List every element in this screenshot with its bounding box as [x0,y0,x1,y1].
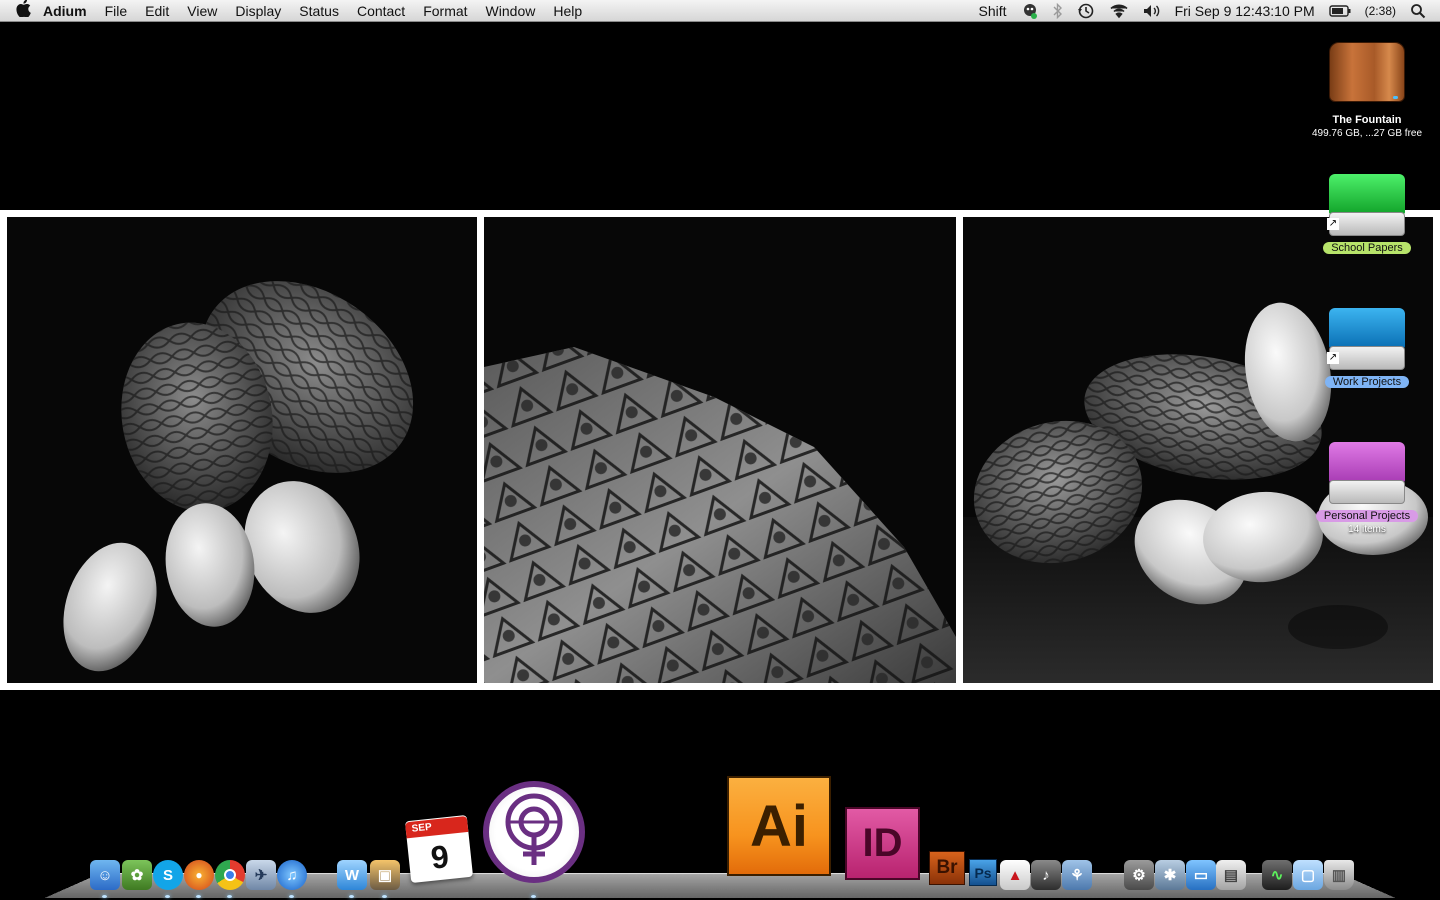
audio-app-icon[interactable]: ♪ [1031,860,1061,890]
indesign-label: ID [862,821,903,865]
running-indicator [349,895,354,898]
edit-menu[interactable]: Edit [136,0,178,22]
blue-drive-icon: ↗ [1327,302,1407,372]
desktop-drive-personal-projects[interactable]: Personal Projects 14 items [1297,436,1437,535]
bluetooth-icon[interactable] [1046,0,1070,22]
purple-drive-icon [1327,436,1407,506]
battery-icon[interactable] [1322,0,1358,22]
desktop-icon-label: Personal Projects [1315,510,1419,522]
spotlight-search-icon[interactable] [1403,0,1440,22]
desktop-icon-label: Work Projects [1324,376,1410,388]
photoshop-icon[interactable]: Ps [969,859,997,886]
contact-menu[interactable]: Contact [348,0,414,22]
wallpaper-photo-pinecone-closeup [484,217,956,683]
file-menu[interactable]: File [96,0,137,22]
status-area: Shift Fri Sep 9 12:43:10 PM (2:38) [972,0,1440,22]
running-indicator [531,895,536,898]
wifi-icon[interactable] [1102,0,1136,22]
word-app-icon[interactable]: W [337,860,367,890]
running-indicator [165,895,170,898]
desktop-icon-info: 14 items [1348,524,1386,535]
game-character-icon[interactable]: ✿ [122,860,152,890]
wallpaper-photo-strip [0,210,1440,690]
chrome-icon[interactable] [215,860,245,890]
trash-icon[interactable]: ▥ [1324,860,1354,890]
running-indicator [102,895,107,898]
documents-stack-icon[interactable]: ▤ [1216,860,1246,890]
alias-arrow-icon: ↗ [1327,218,1339,230]
desktop-icon-label: School Papers [1323,242,1411,254]
display-menu[interactable]: Display [226,0,290,22]
desktop-drive-the-fountain[interactable]: The Fountain 499.76 GB, ...27 GB free [1297,40,1437,139]
running-indicator [196,895,201,898]
wallpaper-photo-pinecones-nuts [7,217,477,683]
adium-venus-icon[interactable] [483,781,585,883]
desktop-icon-info: 499.76 GB, ...27 GB free [1311,128,1423,139]
help-menu[interactable]: Help [544,0,591,22]
applications-folder-icon[interactable]: ▢ [1293,860,1323,890]
skype-icon[interactable]: S [153,860,183,890]
menu-bar: Adium File Edit View Display Status Cont… [0,0,1440,22]
battery-time[interactable]: (2:38) [1358,0,1403,22]
format-menu[interactable]: Format [414,0,476,22]
illustrator-icon[interactable]: Ai [727,776,831,876]
running-indicator [382,895,387,898]
running-indicator [227,895,232,898]
photoshop-label: Ps [974,864,992,881]
shift-status[interactable]: Shift [972,0,1014,22]
app-menu[interactable]: Adium [34,0,96,22]
wood-drive-icon [1327,40,1407,110]
volume-icon[interactable] [1136,0,1168,22]
firefox-icon[interactable]: ● [184,860,214,890]
screen-sharing-icon[interactable]: ▭ [1186,860,1216,890]
acrobat-icon[interactable]: ▲ [1000,860,1030,890]
window-menu[interactable]: Window [477,0,545,22]
desktop-drive-work-projects[interactable]: ↗ Work Projects [1297,302,1437,390]
bridge-icon[interactable]: Br [929,851,965,885]
finder-icon[interactable]: ☺ [90,860,120,890]
network-utility-icon[interactable]: ⚘ [1062,860,1092,890]
status-menu[interactable]: Status [290,0,348,22]
system-preferences-icon[interactable]: ✱ [1155,860,1185,890]
clock[interactable]: Fri Sep 9 12:43:10 PM [1168,0,1322,22]
bridge-label: Br [936,857,958,878]
desktop-drive-school-papers[interactable]: ↗ School Papers [1297,168,1437,256]
mail-stamp-icon[interactable]: ✈ [246,860,276,890]
green-drive-icon: ↗ [1327,168,1407,238]
running-indicator [289,895,294,898]
adium-duck-icon[interactable] [1014,0,1046,22]
desktop-icon-label: The Fountain [1332,114,1402,126]
indesign-icon[interactable]: ID [845,807,920,880]
calendar-day: 9 [429,838,451,876]
apple-menu-icon[interactable] [0,0,34,21]
iphoto-icon[interactable]: ▣ [370,860,400,890]
illustrator-label: Ai [750,793,808,859]
activity-monitor-icon[interactable]: ∿ [1262,860,1292,890]
alias-arrow-icon: ↗ [1327,352,1339,364]
time-machine-icon[interactable] [1070,0,1102,22]
view-menu[interactable]: View [178,0,226,22]
itunes-icon[interactable]: ♫ [277,860,307,890]
ical-calendar-icon[interactable]: SEP 9 [404,814,474,884]
utility-app-icon[interactable]: ⚙ [1124,860,1154,890]
